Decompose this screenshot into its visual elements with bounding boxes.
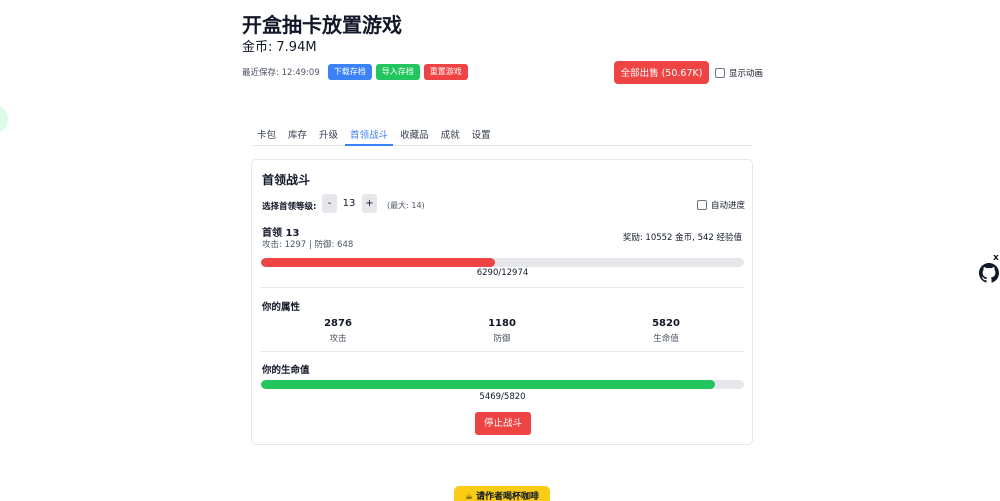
tab-card-packs[interactable]: 卡包 [252, 124, 281, 145]
attributes-title: 你的属性 [262, 302, 301, 313]
auto-progress-label: 自动进度 [711, 201, 746, 211]
select-level-label: 选择首领等级: [262, 202, 317, 212]
decorative-circle [0, 104, 8, 134]
attack-label: 攻击 [329, 334, 347, 344]
tab-bar: 卡包 库存 升级 首领战斗 收藏品 成就 设置 [252, 124, 752, 146]
health-value: 5820 [652, 318, 680, 329]
coffee-icon: ☕ [464, 492, 474, 501]
download-save-button[interactable]: 下载存档 [327, 64, 372, 80]
max-level-text: (最大: 14) [387, 201, 425, 210]
stop-battle-button[interactable]: 停止战斗 [475, 412, 531, 435]
import-save-button[interactable]: 导入存档 [375, 64, 420, 80]
buy-coffee-button[interactable]: ☕ 请作者喝杯咖啡 [454, 486, 550, 501]
defense-label: 防御 [493, 334, 511, 344]
boss-level-value: 13 [342, 198, 356, 209]
app-title: 开盒抽卡放置游戏 [242, 13, 402, 37]
attack-value: 2876 [324, 318, 352, 329]
auto-progress-checkbox[interactable] [697, 200, 707, 210]
divider [261, 351, 744, 352]
player-hp-bar [261, 380, 744, 389]
boss-reward: 奖励: 10552 金币, 542 经验值 [622, 233, 742, 243]
gold-label: 金币: [242, 40, 273, 55]
tab-achievements[interactable]: 成就 [436, 124, 465, 145]
tab-collectibles[interactable]: 收藏品 [395, 124, 434, 145]
player-hp-title: 你的生命值 [262, 365, 310, 376]
boss-name: 首领 13 [262, 228, 300, 239]
last-saved-text: 最近保存: 12:49:09 [242, 68, 320, 78]
boss-hp-fill [261, 258, 496, 267]
boss-hp-text: 6290/12974 [476, 268, 529, 278]
tab-upgrades[interactable]: 升级 [314, 124, 343, 145]
tab-inventory[interactable]: 库存 [283, 124, 312, 145]
gold-display: 金币: 7.94M [242, 36, 317, 55]
boss-hp-bar [261, 258, 744, 267]
reset-game-button[interactable]: 重置游戏 [423, 64, 468, 80]
defense-value: 1180 [488, 318, 516, 329]
sell-all-button[interactable]: 全部出售 (50.67K) [614, 61, 709, 84]
show-animation-toggle[interactable]: 显示动画 [715, 67, 764, 79]
widget-close-button[interactable]: x [993, 253, 999, 263]
auto-progress-toggle[interactable]: 自动进度 [697, 199, 745, 211]
panel-title: 首领战斗 [262, 173, 311, 187]
gold-value: 7.94M [276, 40, 317, 55]
tab-settings[interactable]: 设置 [467, 124, 496, 145]
player-hp-text: 5469/5820 [479, 392, 526, 402]
health-label: 生命值 [653, 334, 679, 344]
github-icon[interactable] [979, 263, 999, 283]
level-increase-button[interactable]: + [362, 194, 377, 213]
show-animation-label: 显示动画 [729, 68, 764, 79]
buy-coffee-label: 请作者喝杯咖啡 [476, 492, 540, 501]
tab-boss-battle[interactable]: 首领战斗 [345, 124, 394, 146]
player-hp-fill [261, 380, 715, 389]
level-decrease-button[interactable]: - [322, 194, 337, 213]
divider [261, 287, 744, 288]
save-bar: 最近保存: 12:49:09 下载存档 导入存档 重置游戏 [242, 64, 468, 80]
boss-stats: 攻击: 1297 | 防御: 648 [262, 240, 354, 250]
page: 开盒抽卡放置游戏 金币: 7.94M 最近保存: 12:49:09 下载存档 导入… [0, 0, 1000, 501]
boss-battle-panel: 首领战斗 选择首领等级: - 13 + (最大: 14) 自动进度 首领 13 … [251, 159, 753, 445]
show-animation-checkbox[interactable] [715, 67, 725, 78]
